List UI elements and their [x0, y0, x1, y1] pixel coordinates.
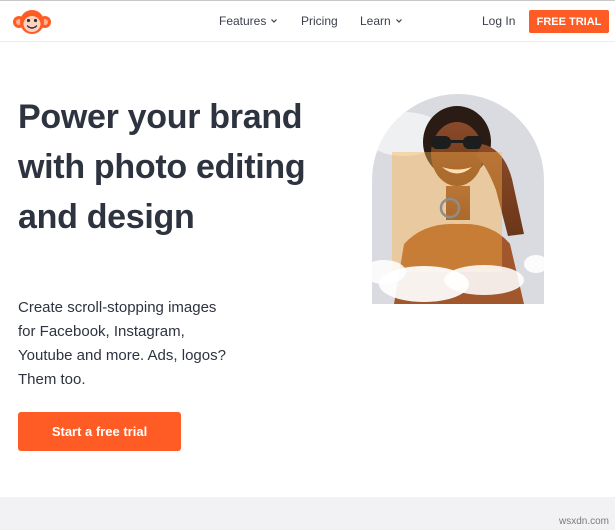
hero-title: Power your brand with photo editing and …: [18, 98, 306, 236]
chevron-down-icon: [395, 19, 402, 23]
hero-photo: [364, 94, 550, 304]
chevron-down-icon: [271, 19, 278, 23]
login-link[interactable]: Log In: [482, 14, 515, 28]
nav-learn-label: Learn: [360, 14, 391, 28]
start-free-trial-button[interactable]: Start a free trial: [18, 412, 181, 451]
top-navigation: Features Pricing Learn Log In FREE TRIAL: [0, 1, 615, 42]
nav-features-label: Features: [219, 14, 267, 28]
free-trial-button[interactable]: FREE TRIAL: [529, 10, 609, 33]
nav-features[interactable]: Features: [219, 14, 278, 28]
nav-pricing[interactable]: Pricing: [301, 14, 338, 28]
nav-pricing-label: Pricing: [301, 14, 338, 28]
hero-subtitle: Create scroll-stopping images for Facebo…: [18, 299, 226, 388]
next-section-band: [0, 497, 615, 530]
monkey-logo-icon[interactable]: [10, 7, 54, 37]
nav-learn[interactable]: Learn: [360, 14, 403, 28]
watermark: wsxdn.com: [558, 516, 609, 527]
